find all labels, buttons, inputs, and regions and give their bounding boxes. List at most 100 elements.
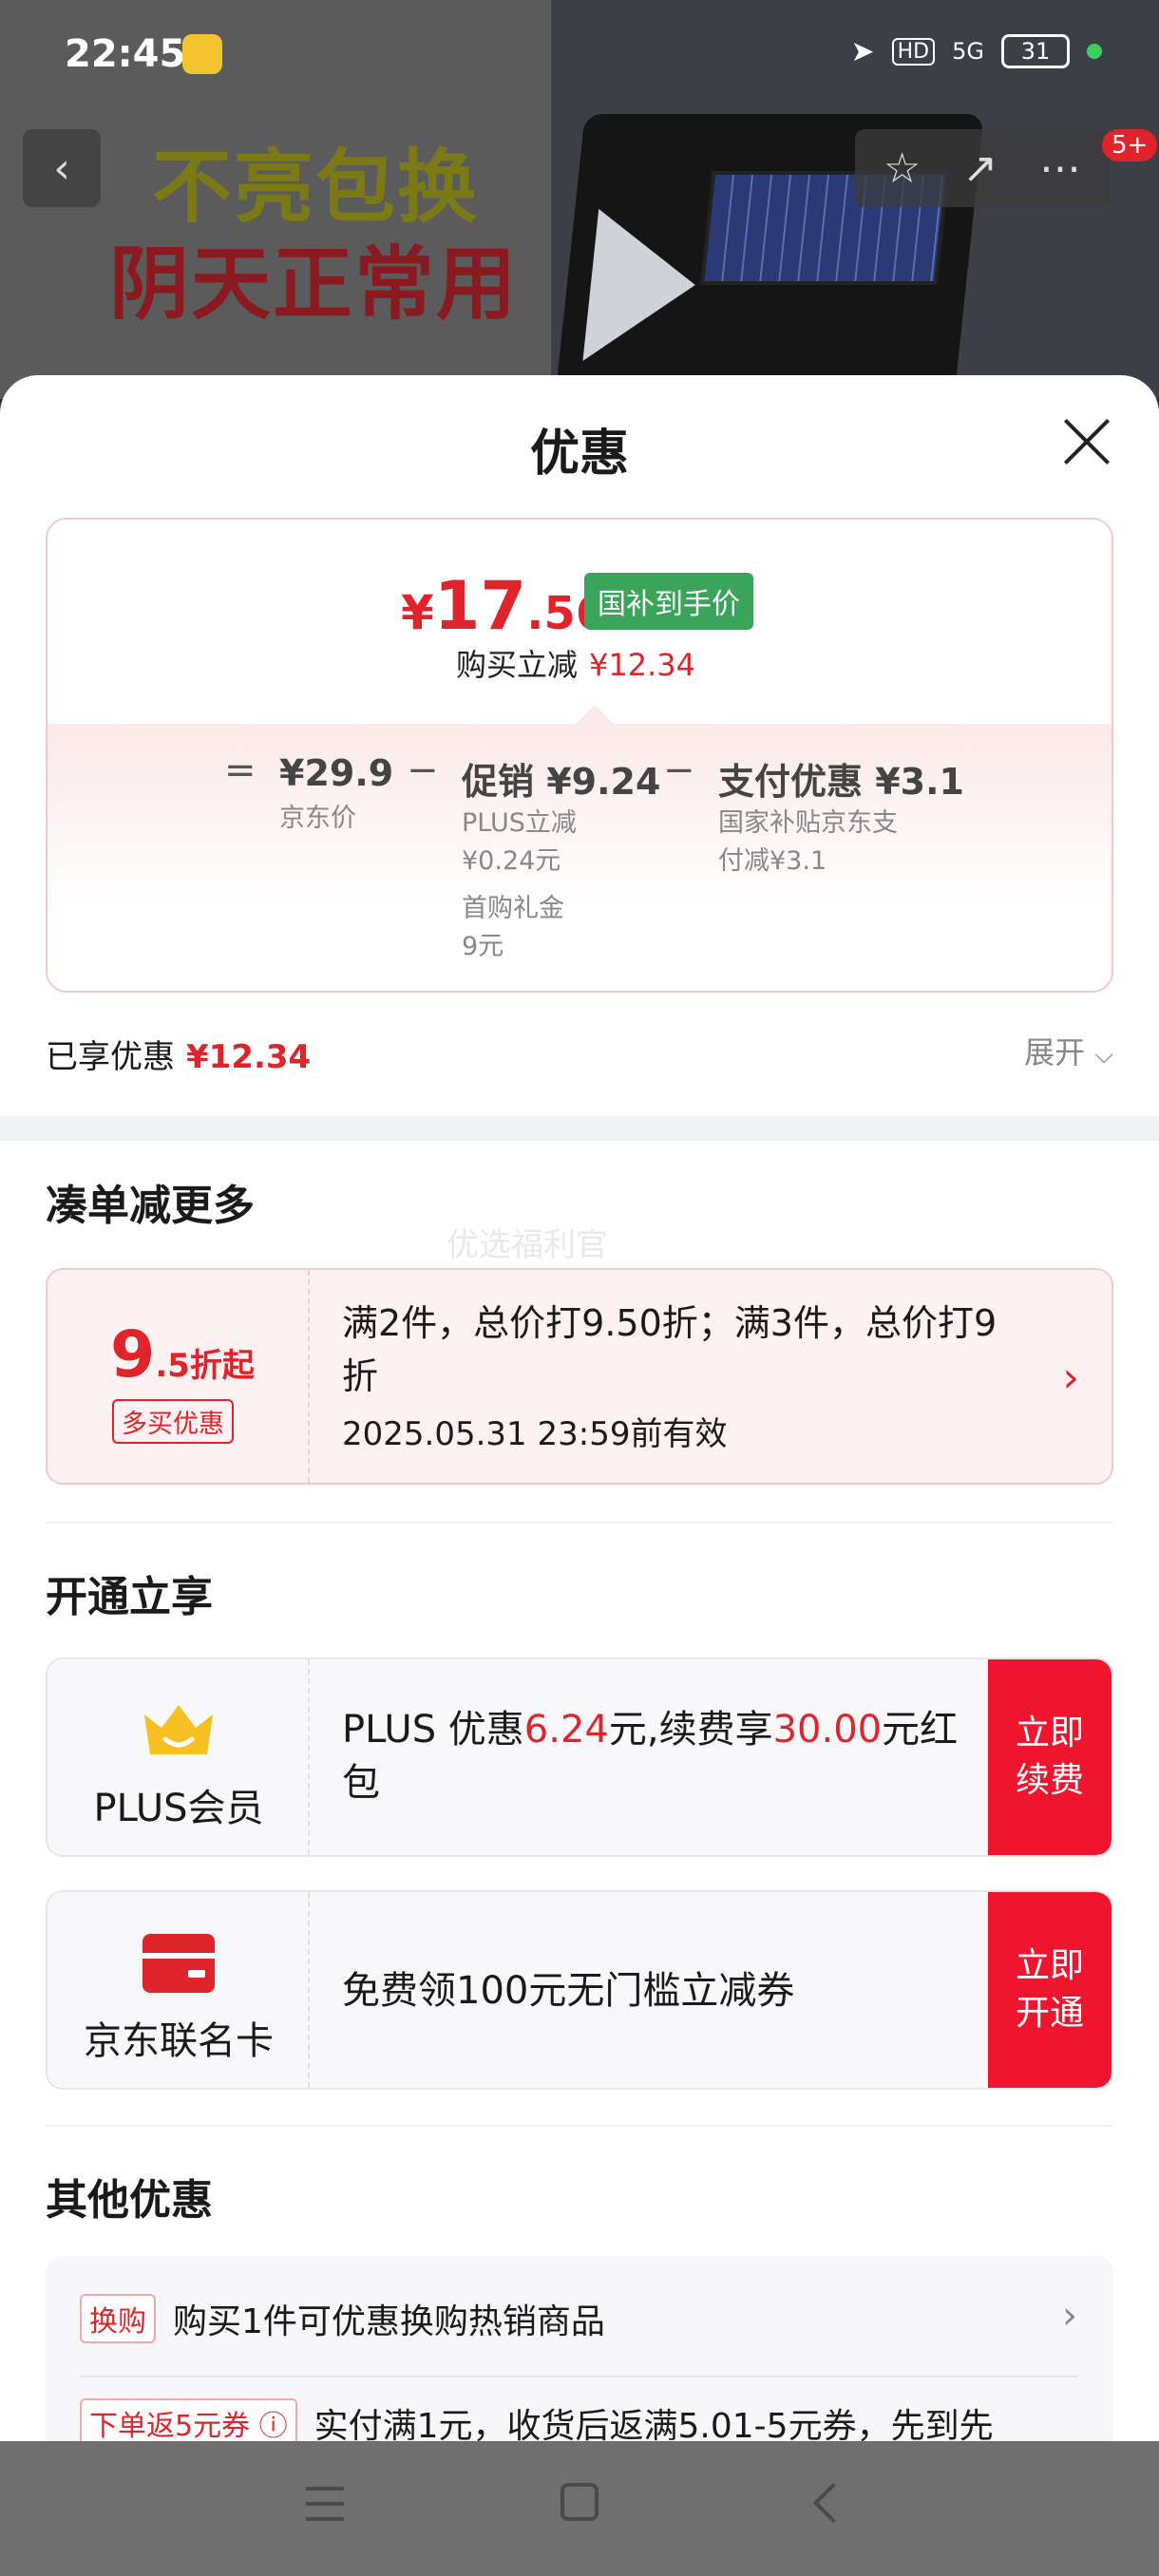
chevron-right-icon: ›: [1062, 1354, 1079, 1402]
chevron-down-icon: ⌵: [1094, 1041, 1113, 1070]
back-button[interactable]: ‹: [23, 129, 101, 207]
payment-discount-detail: 国家补贴京东支: [718, 808, 898, 838]
home-icon[interactable]: [560, 2483, 598, 2521]
signal-icon: 5G: [952, 38, 984, 65]
divider-line: [46, 1522, 1113, 1524]
final-price-integer: 17: [433, 567, 527, 645]
status-time: 22:45: [65, 32, 186, 76]
hd-icon: HD: [891, 37, 936, 66]
card-icon-panel: 京东联名卡: [48, 1892, 310, 2088]
reduction-value: ¥12.34: [589, 647, 695, 683]
crown-icon: [144, 1705, 213, 1754]
close-icon[interactable]: [1062, 417, 1112, 466]
location-icon: ➤: [850, 34, 875, 68]
base-price-block: ¥29.9 京东价: [279, 752, 393, 838]
coupon-return-tag: 下单返5元券 ⓘ: [80, 2398, 297, 2441]
watermark: 优选福利官: [446, 1226, 608, 1264]
menu-icon[interactable]: [306, 2487, 344, 2521]
price-breakdown-card: ¥ 17 .56 国补到手价 购买立减 ¥12.34 = ¥29.9 京东价 − …: [46, 518, 1113, 993]
trade-in-tag: 换购: [80, 2294, 156, 2343]
header-actions: ☆ ↗ ⋯: [855, 129, 1110, 207]
applied-label: 已享优惠: [46, 1038, 175, 1076]
expand-button[interactable]: 展开 ⌵: [1024, 1029, 1113, 1072]
promo-block: 促销 ¥9.24 PLUS立减 ¥0.24元 首购礼金 9元: [462, 752, 660, 966]
reduction-label: 购买立减: [456, 647, 579, 683]
renew-label-2: 续费: [1015, 1761, 1084, 1800]
equals-sign: =: [224, 748, 256, 792]
multi-buy-tag: 多买优惠: [112, 1399, 234, 1444]
section-divider: [0, 1116, 1159, 1141]
membership-section-title: 开通立享: [46, 1573, 213, 1621]
favorite-star-icon[interactable]: ☆: [884, 144, 921, 193]
promo-item-plus-value: ¥0.24元: [462, 846, 561, 876]
battery-icon: 31: [1001, 34, 1070, 68]
payment-discount-block: 支付优惠 ¥3.1 国家补贴京东支 付减¥3.1: [718, 752, 964, 881]
bundle-discount-panel: 9.5折起 多买优惠: [48, 1270, 310, 1483]
plus-benefit-text: PLUS 优惠6.24元,续费享30.00元红包: [342, 1703, 960, 1809]
coupon-return-text: 实付满1元，收货后返满5.01-5元券，先到先: [314, 2407, 994, 2441]
promo-item-plus: PLUS立减: [462, 808, 577, 838]
applied-value: ¥12.34: [186, 1038, 312, 1076]
price-formula: = ¥29.9 京东价 − 促销 ¥9.24 PLUS立减 ¥0.24元 首购礼…: [48, 724, 1112, 991]
bundle-discount: 9.5折起: [110, 1317, 255, 1392]
share-icon[interactable]: ↗: [962, 144, 998, 193]
plus-icon-panel: PLUS会员: [48, 1659, 310, 1855]
row-separator: [80, 2376, 1077, 2377]
base-price-label: 京东价: [279, 804, 356, 833]
expand-label: 展开: [1024, 1034, 1086, 1070]
subsidy-price-tag: 国补到手价: [584, 573, 753, 630]
other-section-title: 其他优惠: [46, 2176, 213, 2225]
promo-title: 促销 ¥9.24: [462, 761, 661, 803]
open-card-button[interactable]: 立即 开通: [988, 1892, 1112, 2088]
promo-item-gift-value: 9元: [462, 932, 504, 961]
chevron-left-icon: ‹: [53, 143, 70, 193]
discount-suffix: .5折起: [155, 1347, 255, 1385]
lamp-reflector: [582, 209, 704, 361]
currency-symbol: ¥: [401, 585, 434, 640]
card-label: 京东联名卡: [84, 2019, 274, 2063]
system-nav-bar: [0, 2441, 1159, 2576]
plus-amount-1: 6.24: [523, 1708, 609, 1752]
instant-reduction: 购买立减 ¥12.34: [456, 641, 695, 685]
renew-button[interactable]: 立即 续费: [988, 1659, 1112, 1855]
payment-discount-title: 支付优惠 ¥3.1: [718, 761, 964, 803]
applied-discount: 已享优惠 ¥12.34: [46, 1031, 311, 1077]
payment-discount-detail-2: 付减¥3.1: [718, 846, 827, 876]
app-notification-icon: [182, 34, 222, 74]
co-branded-card-offer: 京东联名卡 免费领100元无门槛立减券 立即 开通: [46, 1890, 1113, 2090]
plus-text-a: PLUS 优惠: [342, 1708, 524, 1752]
privacy-indicator: [1087, 44, 1102, 59]
bundle-section-title: 凑单减更多: [46, 1182, 255, 1230]
plus-label: PLUS会员: [93, 1787, 264, 1830]
ad-text-line2: 阴天正常用: [109, 237, 519, 331]
trade-in-offer-row[interactable]: 换购 购买1件可优惠换购热销商品: [80, 2294, 605, 2343]
minus-sign-2: −: [663, 748, 695, 792]
plus-amount-2: 30.00: [772, 1708, 883, 1752]
status-bar: 22:45 ➤ HD 5G 31: [0, 0, 1159, 114]
sheet-title: 优惠: [529, 426, 629, 483]
pointer-arrow: [576, 705, 614, 724]
plus-membership-card: PLUS会员 PLUS 优惠6.24元,续费享30.00元红包 立即 续费: [46, 1657, 1113, 1857]
back-icon[interactable]: [812, 2482, 854, 2524]
coupon-return-row[interactable]: 下单返5元券 ⓘ 实付满1元，收货后返满5.01-5元券，先到先: [80, 2398, 994, 2441]
renew-label-1: 立即: [1015, 1714, 1084, 1752]
bundle-offer-card[interactable]: 9.5折起 多买优惠 满2件，总价打9.50折；满3件，总价打9折 2025.0…: [46, 1268, 1113, 1485]
divider-line-2: [46, 2125, 1113, 2127]
status-icons: ➤ HD 5G 31: [850, 34, 1102, 68]
trade-in-text: 购买1件可优惠换购热销商品: [173, 2302, 605, 2341]
final-price: ¥ 17 .56: [401, 567, 607, 645]
chevron-right-icon: ›: [1062, 2294, 1077, 2338]
base-price: ¥29.9: [279, 752, 394, 794]
open-label-2: 开通: [1015, 1994, 1084, 2033]
minus-sign-1: −: [407, 748, 439, 792]
promo-item-gift: 首购礼金: [462, 894, 564, 923]
discount-sheet: 优惠 ¥ 17 .56 国补到手价 购买立减 ¥12.34 = ¥29.9 京东价…: [0, 375, 1159, 2441]
more-icon[interactable]: ⋯: [1039, 144, 1081, 193]
notification-badge: 5+: [1102, 129, 1158, 161]
discount-number: 9: [110, 1317, 156, 1392]
plus-text-b: 元,续费享: [608, 1708, 773, 1752]
other-offers-list: 换购 购买1件可优惠换购热销商品 › 下单返5元券 ⓘ 实付满1元，收货后返满5…: [46, 2256, 1113, 2441]
bundle-description: 满2件，总价打9.50折；满3件，总价打9折: [342, 1302, 998, 1397]
bundle-validity: 2025.05.31 23:59前有效: [342, 1415, 728, 1453]
open-label-1: 立即: [1015, 1946, 1084, 1985]
